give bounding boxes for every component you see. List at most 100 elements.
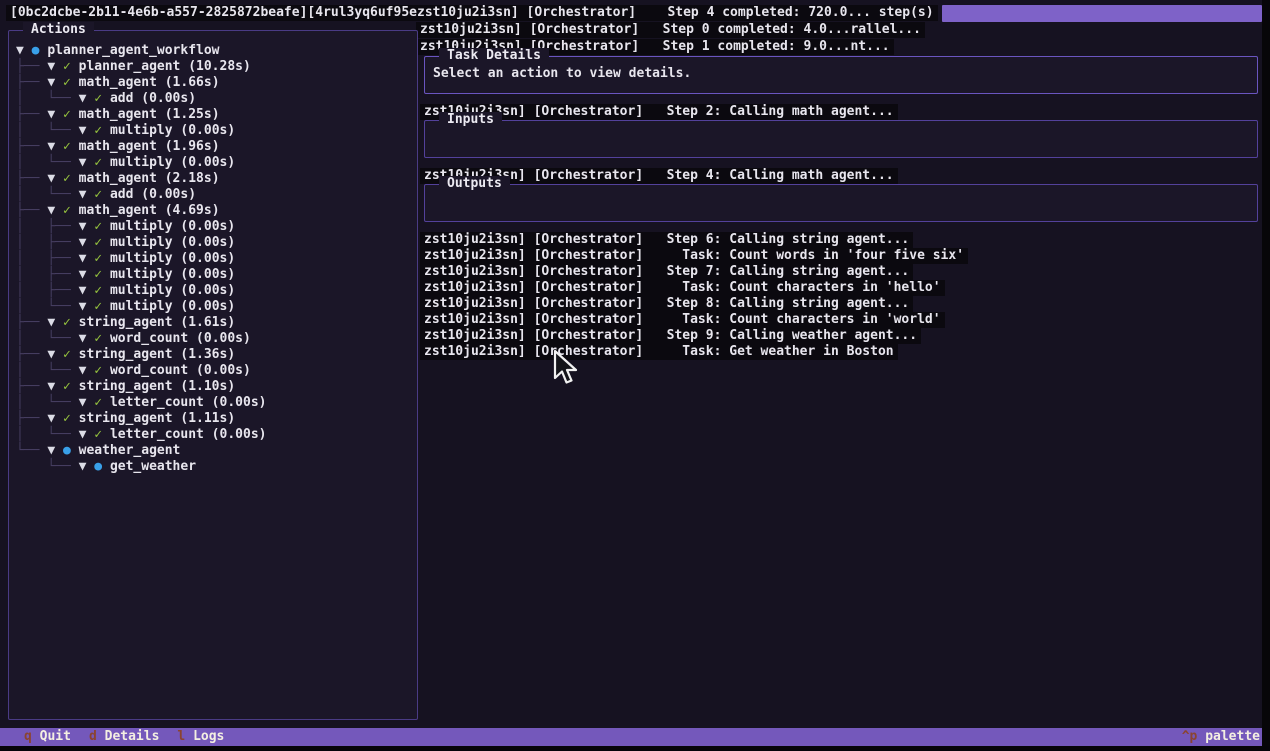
tree-row-duration: (0.00s) [133,91,196,106]
expand-arrow-icon[interactable]: ▼ [79,123,95,138]
tree-guide-lines: │ └── [16,331,79,346]
tree-guide-lines: │ └── [16,363,79,378]
tree-guide-lines: ├── [16,171,47,186]
footer-key-binding[interactable]: l Logs [177,728,224,746]
tree-row[interactable]: ├── ▼ ✓ math_agent (1.25s) [16,107,417,123]
palette-binding[interactable]: ^p palette [1182,728,1270,746]
log-line: zst10ju2i3sn] [Orchestrator] Task: Get w… [420,344,898,360]
inputs-title: Inputs [439,112,502,127]
tree-row[interactable]: ├── ▼ ✓ string_agent (1.10s) [16,379,417,395]
expand-arrow-icon[interactable]: ▼ [79,363,95,378]
expand-arrow-icon[interactable]: ▼ [79,155,95,170]
tree-guide-lines: │ ├── [16,251,79,266]
tree-row-duration: (0.00s) [204,427,267,442]
tree-row-duration: (1.10s) [173,379,236,394]
expand-arrow-icon[interactable]: ▼ [47,203,63,218]
tree-guide-lines: │ └── [16,91,79,106]
tree-row[interactable]: │ ├── ▼ ✓ multiply (0.00s) [16,251,417,267]
app-screen: [0bc2dcbe-2b11-4e6b-a557-2825872beafe][4… [0,0,1270,751]
tree-row[interactable]: ├── ▼ ✓ math_agent (4.69s) [16,203,417,219]
tree-row[interactable]: │ └── ▼ ✓ letter_count (0.00s) [16,427,417,443]
tree-row[interactable]: │ └── ▼ ✓ word_count (0.00s) [16,331,417,347]
expand-arrow-icon[interactable]: ▼ [79,427,95,442]
tree-row-label: multiply [110,267,173,282]
expand-arrow-icon[interactable]: ▼ [47,75,63,90]
tree-guide-lines: │ ├── [16,283,79,298]
expand-arrow-icon[interactable]: ▼ [79,395,95,410]
tree-row-label: multiply [110,155,173,170]
tree-row-duration: (1.36s) [173,347,236,362]
tree-row[interactable]: │ └── ▼ ✓ multiply (0.00s) [16,299,417,315]
task-details-title: Task Details [439,48,549,63]
tree-row[interactable]: ▼ ● planner_agent_workflow [16,43,417,59]
tree-row-label: planner_agent_workflow [47,43,219,58]
tree-row[interactable]: ├── ▼ ✓ string_agent (1.36s) [16,347,417,363]
expand-arrow-icon[interactable]: ▼ [79,331,95,346]
tree-row-duration: (0.00s) [173,123,236,138]
tree-row[interactable]: │ └── ▼ ✓ letter_count (0.00s) [16,395,417,411]
tree-row[interactable]: │ └── ▼ ✓ add (0.00s) [16,187,417,203]
mouse-cursor-icon [552,349,582,387]
expand-arrow-icon[interactable]: ▼ [47,139,63,154]
expand-arrow-icon[interactable]: ▼ [47,315,63,330]
tree-row-duration: (0.00s) [173,251,236,266]
key-glyph: ^p [1182,729,1198,744]
status-icon: ✓ [63,411,79,426]
tree-guide-lines: │ └── [16,155,79,170]
tree-row[interactable]: └── ▼ ● weather_agent [16,443,417,459]
tree-row[interactable]: │ ├── ▼ ✓ multiply (0.00s) [16,267,417,283]
expand-arrow-icon[interactable]: ▼ [47,171,63,186]
expand-arrow-icon[interactable]: ▼ [79,91,95,106]
tree-row[interactable]: ├── ▼ ✓ math_agent (1.96s) [16,139,417,155]
expand-arrow-icon[interactable]: ▼ [79,187,95,202]
tree-row[interactable]: │ ├── ▼ ✓ multiply (0.00s) [16,235,417,251]
log-line-text: zst10ju2i3sn] [Orchestrator] Step 7: Cal… [424,264,909,279]
tree-row[interactable]: │ └── ▼ ✓ multiply (0.00s) [16,155,417,171]
tree-row[interactable]: │ └── ▼ ✓ word_count (0.00s) [16,363,417,379]
tree-row-label: math_agent [79,75,157,90]
tree-row[interactable]: │ ├── ▼ ✓ multiply (0.00s) [16,283,417,299]
log-line: [0bc2dcbe-2b11-4e6b-a557-2825872beafe][4… [6,5,938,21]
expand-arrow-icon[interactable]: ▼ [79,267,95,282]
expand-arrow-icon[interactable]: ▼ [47,347,63,362]
screen-edge [1262,0,1270,751]
key-label: Quit [40,729,71,744]
tree-row[interactable]: │ ├── ▼ ✓ multiply (0.00s) [16,219,417,235]
expand-arrow-icon[interactable]: ▼ [79,299,95,314]
inputs-panel: Inputs [424,120,1258,158]
key-glyph: q [24,729,32,744]
status-icon: ✓ [94,283,110,298]
status-icon: ✓ [63,347,79,362]
expand-arrow-icon[interactable]: ▼ [47,411,63,426]
footer-key-binding[interactable]: d Details [89,728,159,746]
expand-arrow-icon[interactable]: ▼ [47,443,63,458]
expand-arrow-icon[interactable]: ▼ [79,235,95,250]
expand-arrow-icon[interactable]: ▼ [79,283,95,298]
inputs-content [425,121,1257,131]
tree-row[interactable]: ├── ▼ ✓ math_agent (2.18s) [16,171,417,187]
expand-arrow-icon[interactable]: ▼ [16,43,32,58]
status-icon: ✓ [94,427,110,442]
expand-arrow-icon[interactable]: ▼ [47,59,63,74]
tree-row[interactable]: │ └── ▼ ✓ add (0.00s) [16,91,417,107]
status-icon: ✓ [63,315,79,330]
tree-row-label: multiply [110,123,173,138]
details-column: Task Details Select an action to view de… [420,56,1262,360]
scrollbar-thumb[interactable] [942,5,1262,22]
footer-key-binding[interactable]: q Quit [24,728,71,746]
tree-guide-lines: ├── [16,75,47,90]
tree-row[interactable]: ├── ▼ ✓ math_agent (1.66s) [16,75,417,91]
expand-arrow-icon[interactable]: ▼ [79,459,95,474]
tree-row-label: letter_count [110,395,204,410]
tree-row[interactable]: ├── ▼ ✓ string_agent (1.61s) [16,315,417,331]
status-icon: ✓ [63,203,79,218]
tree-row[interactable]: └── ▼ ● get_weather [16,459,417,475]
expand-arrow-icon[interactable]: ▼ [47,107,63,122]
expand-arrow-icon[interactable]: ▼ [79,251,95,266]
tree-row[interactable]: ├── ▼ ✓ planner_agent (10.28s) [16,59,417,75]
tree-row[interactable]: │ └── ▼ ✓ multiply (0.00s) [16,123,417,139]
expand-arrow-icon[interactable]: ▼ [79,219,95,234]
expand-arrow-icon[interactable]: ▼ [47,379,63,394]
tree-row[interactable]: ├── ▼ ✓ string_agent (1.11s) [16,411,417,427]
status-icon: ✓ [63,171,79,186]
